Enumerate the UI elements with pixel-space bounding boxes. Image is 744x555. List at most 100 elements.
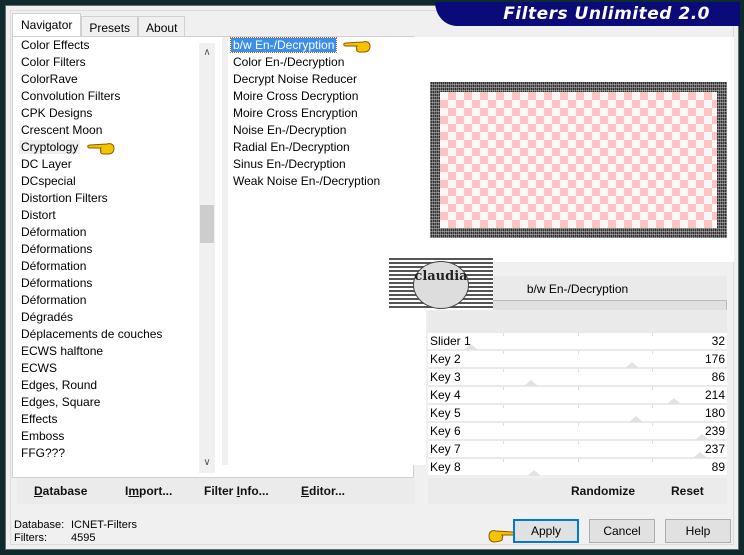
category-item[interactable]: DC Layer <box>13 156 199 173</box>
parameter-label: Key 4 <box>430 388 461 402</box>
scrollbar-thumb[interactable] <box>200 205 214 243</box>
category-item[interactable]: Cryptology <box>13 139 199 156</box>
cancel-button[interactable]: Cancel <box>589 519 655 543</box>
slider-tick <box>503 333 504 336</box>
category-item[interactable]: Distort <box>13 207 199 224</box>
parameter-slider[interactable]: Key 6 239 <box>428 423 727 440</box>
category-item[interactable]: Distortion Filters <box>13 190 199 207</box>
slider-tick <box>578 441 579 444</box>
category-item-label: Déformation <box>21 259 87 273</box>
category-item[interactable]: Convolution Filters <box>13 88 199 105</box>
slider-tick <box>503 351 504 354</box>
category-list[interactable]: Color Effects Color Filters ColorRave Convo… <box>13 37 199 465</box>
filter-item[interactable]: Weak Noise En-/Decryption <box>228 173 426 190</box>
slider-tick <box>503 369 504 372</box>
category-item[interactable]: Déformations <box>13 275 199 292</box>
filter-item[interactable]: b/w En-/Decryption <box>228 37 426 54</box>
category-item-label: Crescent Moon <box>21 123 103 137</box>
category-item-label: Déformations <box>21 242 93 256</box>
category-item[interactable]: Déformation <box>13 224 199 241</box>
slider-tick <box>503 459 504 462</box>
filter-item[interactable]: Sinus En-/Decryption <box>228 156 426 173</box>
slider-tick <box>503 441 504 444</box>
slider-tick <box>578 333 579 336</box>
parameter-slider[interactable]: Key 3 86 <box>428 369 727 386</box>
randomize-button[interactable]: Randomize <box>571 478 635 504</box>
category-item[interactable]: Crescent Moon <box>13 122 199 139</box>
parameter-slider[interactable]: Key 2 176 <box>428 351 727 368</box>
filter-item[interactable]: Decrypt Noise Reducer <box>228 71 426 88</box>
category-item[interactable]: CPK Designs <box>13 105 199 122</box>
apply-button[interactable]: Apply <box>513 519 579 543</box>
help-button[interactable]: Help <box>665 519 731 543</box>
category-item[interactable]: FFG??? <box>13 445 199 462</box>
slider-tick <box>503 405 504 408</box>
category-scrollbar[interactable]: ∧ ∨ <box>199 43 215 473</box>
category-item-label: Déformation <box>21 225 87 239</box>
category-item-label: CPK Designs <box>21 106 93 120</box>
slider-tick <box>652 441 653 444</box>
filter-item[interactable]: Moire Cross Encryption <box>228 105 426 122</box>
parameter-value: 86 <box>711 370 725 384</box>
parameter-label: Key 2 <box>430 352 461 366</box>
category-item-label: Edges, Round <box>21 378 98 392</box>
category-item[interactable]: Edges, Square <box>13 394 199 411</box>
category-item[interactable]: Dégradés <box>13 309 199 326</box>
reset-button[interactable]: Reset <box>671 478 704 504</box>
navigator-toolbar: Database Import... Filter Info... Editor… <box>17 478 415 504</box>
scroll-up-icon[interactable]: ∧ <box>199 45 215 61</box>
filter-list[interactable]: b/w En-/Decryption Color En-/Decryption De… <box>222 37 426 465</box>
filter-item[interactable]: Moire Cross Decryption <box>228 88 426 105</box>
filters-count-value: 4595 <box>71 532 96 544</box>
category-item-label: ColorRave <box>21 72 78 86</box>
slider-knob[interactable] <box>667 398 681 404</box>
category-item[interactable]: Emboss <box>13 428 199 445</box>
slider-knob[interactable] <box>524 380 538 386</box>
category-item[interactable]: Déformation <box>13 292 199 309</box>
filter-info-button[interactable]: Filter Info... <box>204 478 269 504</box>
parameter-label: Slider 1 <box>430 334 471 348</box>
category-item[interactable]: Déformation <box>13 258 199 275</box>
category-item-label: Effects <box>21 412 58 426</box>
filters-count-label: Filters: <box>14 532 47 544</box>
parameter-value: 32 <box>711 334 725 348</box>
category-item[interactable]: ColorRave <box>13 71 199 88</box>
tab-navigator[interactable]: Navigator <box>12 13 82 37</box>
slider-knob[interactable] <box>629 416 643 422</box>
parameter-slider[interactable]: Key 7 237 <box>428 441 727 458</box>
tab-about[interactable]: About <box>138 16 186 37</box>
database-button[interactable]: Database <box>34 478 87 504</box>
slider-tick <box>652 333 653 336</box>
filter-item[interactable]: Radial En-/Decryption <box>228 139 426 156</box>
import-button[interactable]: Import... <box>125 478 172 504</box>
parameter-slider[interactable]: Key 8 89 <box>428 459 727 476</box>
slider-tick <box>652 405 653 408</box>
scroll-down-icon[interactable]: ∨ <box>199 455 215 471</box>
category-item-label: DCspecial <box>21 174 76 188</box>
slider-knob[interactable] <box>625 362 639 368</box>
filter-item[interactable]: Noise En-/Decryption <box>228 122 426 139</box>
parameter-slider[interactable]: Key 4 214 <box>428 387 727 404</box>
category-item[interactable]: Déplacements de couches <box>13 326 199 343</box>
parameter-value: 239 <box>704 424 725 438</box>
category-item[interactable]: Color Effects <box>13 37 199 54</box>
filter-item[interactable]: Color En-/Decryption <box>228 54 426 71</box>
category-item-label: Convolution Filters <box>21 89 121 103</box>
editor-button[interactable]: Editor... <box>301 478 345 504</box>
category-item[interactable]: ECWS <box>13 360 199 377</box>
category-item[interactable]: Color Filters <box>13 54 199 71</box>
parameter-slider[interactable]: Key 5 180 <box>428 405 727 422</box>
category-item[interactable]: DCspecial <box>13 173 199 190</box>
parameter-slider[interactable]: Slider 1 32 <box>428 333 727 350</box>
category-item[interactable]: Filter Factory Gallery A <box>13 462 199 465</box>
category-item[interactable]: Effects <box>13 411 199 428</box>
slider-knob[interactable] <box>527 470 541 476</box>
category-item[interactable]: Edges, Round <box>13 377 199 394</box>
category-item[interactable]: ECWS halftone <box>13 343 199 360</box>
slider-tick <box>652 387 653 390</box>
category-item[interactable]: Déformations <box>13 241 199 258</box>
slider-tick <box>578 423 579 426</box>
watermark-oval: claudia <box>413 261 469 309</box>
tab-presets[interactable]: Presets <box>81 16 139 37</box>
parameter-value: 176 <box>704 352 725 366</box>
